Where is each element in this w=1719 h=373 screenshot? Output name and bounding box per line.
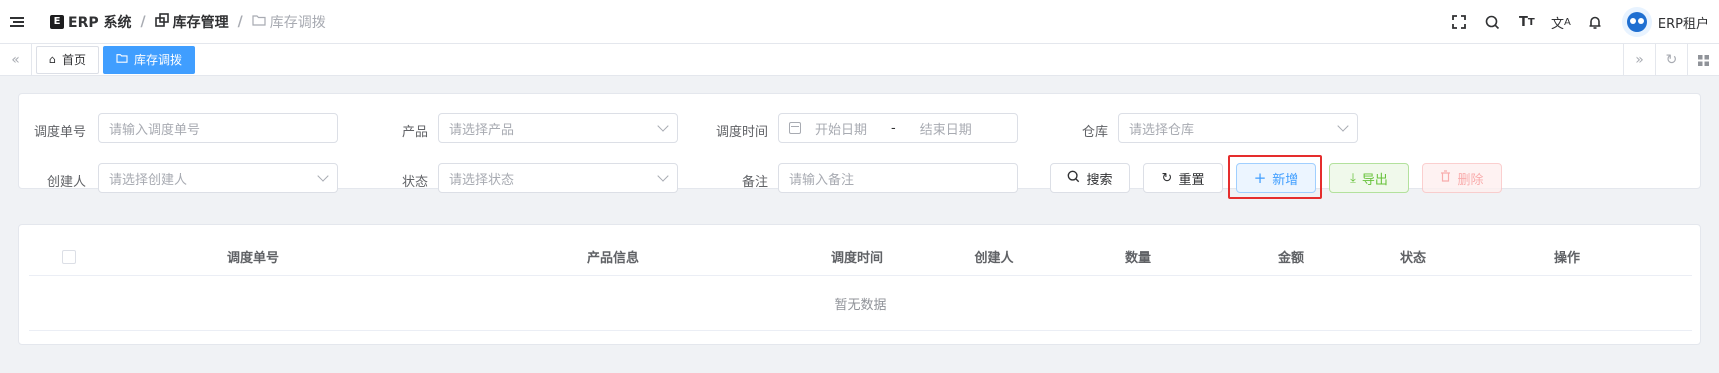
product-select[interactable]: 请选择产品	[438, 113, 678, 143]
menu-toggle-icon[interactable]	[10, 15, 28, 29]
transfer-no-input[interactable]: 请输入调度单号	[98, 113, 338, 143]
tag-home[interactable]: ⌂ 首页	[36, 45, 99, 74]
breadcrumb: E ERP 系统 / 库存管理 / 库存调拨	[50, 12, 326, 32]
erp-logo-icon: E	[50, 14, 64, 29]
add-button-highlight	[1228, 155, 1322, 199]
tags-bar: « ⌂ 首页 库存调拨 » ↻	[0, 43, 1719, 76]
breadcrumb-separator: /	[237, 13, 243, 30]
breadcrumb-item-erp[interactable]: E ERP 系统	[50, 12, 131, 32]
refresh-icon: ↻	[1161, 170, 1173, 186]
download-icon: ⤓	[1350, 170, 1356, 186]
start-date-input[interactable]: 开始日期	[815, 119, 867, 138]
translate-icon[interactable]: 文A	[1544, 0, 1578, 44]
transfer-time-label: 调度时间	[715, 125, 768, 140]
tags-actions: » ↻	[1623, 44, 1719, 76]
transfer-time-range[interactable]: 开始日期 - 结束日期	[778, 113, 1018, 143]
scroll-right-icon[interactable]: »	[1623, 44, 1655, 76]
header-toolbar: TT 文A ERP租户	[1442, 0, 1719, 44]
tag-label: 库存调拨	[134, 53, 183, 67]
column-header[interactable]: 产品信息	[587, 247, 639, 266]
home-icon: ⌂	[49, 53, 56, 66]
data-table: 调度单号 产品信息 调度时间 创建人 数量 金额 状态 操作 暂无数据	[18, 224, 1701, 345]
chevron-down-icon	[1337, 120, 1349, 132]
search-icon[interactable]	[1476, 0, 1510, 44]
font-size-icon[interactable]: TT	[1510, 0, 1544, 44]
top-header: E ERP 系统 / 库存管理 / 库存调拨 TT 文A ERP租户	[0, 0, 1719, 44]
select-all-checkbox[interactable]	[62, 250, 76, 264]
refresh-icon[interactable]: ↻	[1655, 44, 1687, 76]
breadcrumb-item-inventory[interactable]: 库存管理	[154, 12, 229, 32]
status-label: 状态	[401, 175, 428, 190]
column-header[interactable]: 调度时间	[831, 247, 883, 266]
column-header[interactable]: 调度单号	[227, 247, 279, 266]
breadcrumb-label: ERP 系统	[68, 14, 132, 31]
search-icon	[1067, 170, 1080, 187]
column-header[interactable]: 操作	[1554, 247, 1580, 266]
bell-icon[interactable]	[1578, 0, 1612, 44]
column-header[interactable]: 金额	[1278, 247, 1304, 266]
tag-inventory-transfer[interactable]: 库存调拨	[103, 45, 196, 74]
creator-label: 创建人	[46, 175, 86, 190]
warehouse-select[interactable]: 请选择仓库	[1118, 113, 1358, 143]
creator-select[interactable]: 请选择创建人	[98, 163, 338, 193]
warehouse-label: 仓库	[1081, 125, 1108, 140]
export-button[interactable]: ⤓ 导出	[1329, 163, 1409, 193]
search-button[interactable]: 搜索	[1050, 163, 1130, 193]
empty-text: 暂无数据	[834, 298, 887, 313]
breadcrumb-label: 库存调拨	[269, 14, 326, 31]
empty-state: 暂无数据	[29, 277, 1692, 331]
product-label: 产品	[401, 125, 428, 140]
column-header[interactable]: 状态	[1400, 247, 1426, 266]
remark-input[interactable]: 请输入备注	[778, 163, 1018, 193]
delete-button[interactable]: 删除	[1422, 163, 1502, 193]
reset-button[interactable]: ↻ 重置	[1143, 163, 1223, 193]
chevron-down-icon	[657, 120, 669, 132]
transfer-no-label: 调度单号	[33, 125, 86, 140]
trash-icon	[1440, 170, 1451, 186]
calendar-icon	[789, 122, 801, 134]
tag-label: 首页	[61, 53, 86, 67]
folder-icon	[116, 53, 128, 66]
user-name[interactable]: ERP租户	[1658, 13, 1709, 32]
chevron-down-icon	[317, 170, 329, 182]
folder-icon	[252, 14, 266, 30]
chevron-down-icon	[657, 170, 669, 182]
column-header[interactable]: 创建人	[974, 247, 1013, 266]
range-separator: -	[891, 120, 896, 136]
avatar[interactable]	[1621, 7, 1652, 37]
breadcrumb-label: 库存管理	[172, 14, 229, 31]
breadcrumb-item-transfer: 库存调拨	[252, 12, 326, 32]
scroll-left-icon[interactable]: «	[0, 43, 32, 76]
remark-label: 备注	[741, 175, 768, 190]
breadcrumb-separator: /	[140, 13, 146, 30]
table-header: 调度单号 产品信息 调度时间 创建人 数量 金额 状态 操作	[29, 235, 1692, 276]
grid-menu-icon[interactable]	[1687, 44, 1719, 76]
status-select[interactable]: 请选择状态	[438, 163, 678, 193]
end-date-input[interactable]: 结束日期	[920, 119, 972, 138]
column-header[interactable]: 数量	[1125, 247, 1151, 266]
inventory-icon	[154, 12, 169, 31]
fullscreen-icon[interactable]	[1442, 0, 1476, 44]
